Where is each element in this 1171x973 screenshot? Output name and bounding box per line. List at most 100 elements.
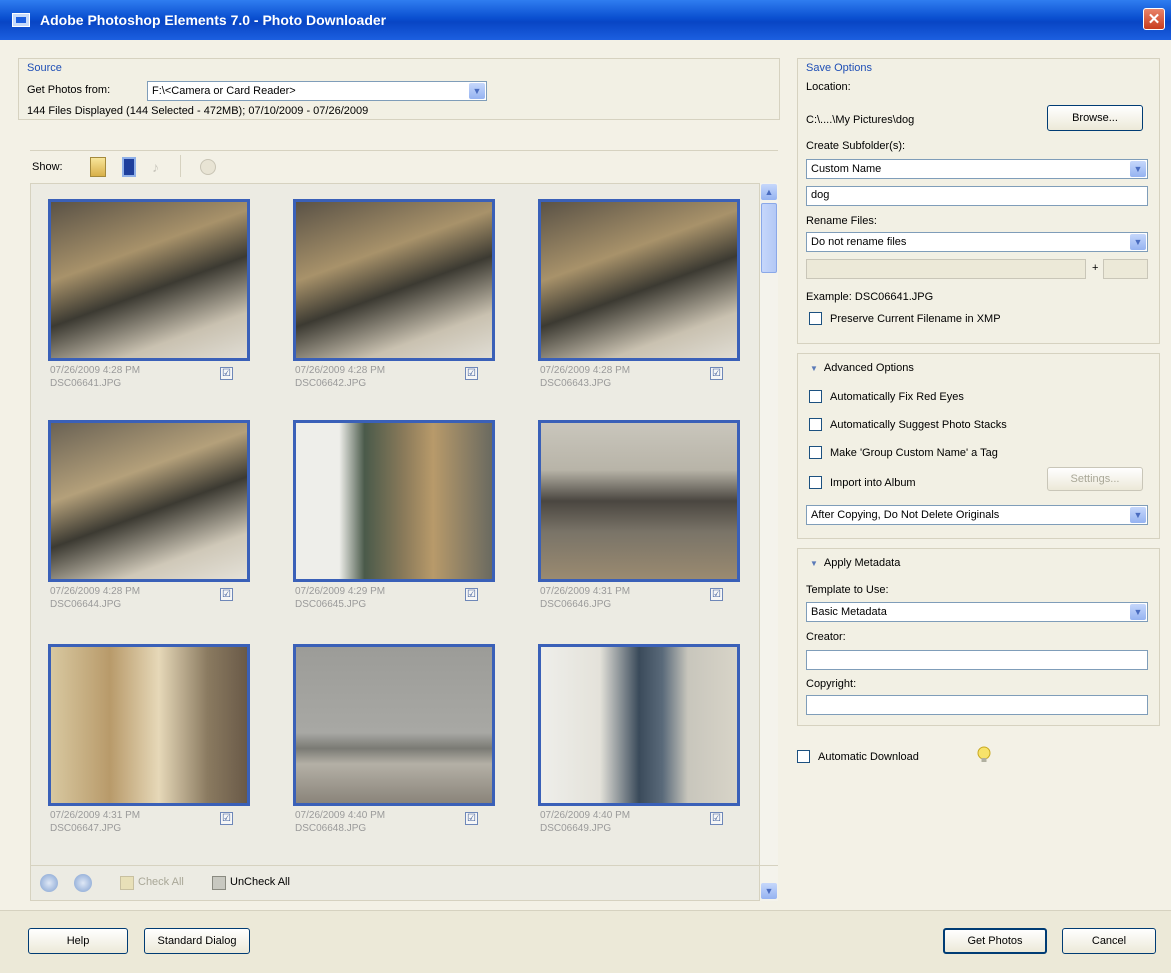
get-photos-combo[interactable]: F:\<Camera or Card Reader> ▼ xyxy=(147,81,487,101)
grid-bottom-toolbar: Check All UnCheck All xyxy=(30,865,778,897)
chevron-down-icon[interactable]: ▼ xyxy=(469,83,485,99)
rename-combo[interactable]: Do not rename files ▼ xyxy=(806,232,1148,252)
thumbnail-caption: 07/26/2009 4:28 PM DSC06643.JPG xyxy=(540,365,631,389)
thumbnail-checkbox[interactable]: ☑ xyxy=(710,812,723,825)
checkbox-box[interactable] xyxy=(809,390,822,403)
app-icon xyxy=(12,13,30,27)
check-all-button[interactable]: Check All xyxy=(138,876,184,888)
thumbnail-image[interactable] xyxy=(538,644,740,806)
checkbox-box[interactable] xyxy=(809,476,822,489)
creator-label: Creator: xyxy=(806,631,846,643)
thumbnail-caption: 07/26/2009 4:28 PM DSC06641.JPG xyxy=(50,365,141,389)
checkbox-box[interactable] xyxy=(809,418,822,431)
import-album-checkbox[interactable]: Import into Album xyxy=(809,476,916,489)
chevron-down-icon[interactable]: ▼ xyxy=(1130,234,1146,250)
settings-button[interactable]: Settings... xyxy=(1047,467,1143,491)
cancel-button[interactable]: Cancel xyxy=(1062,928,1156,954)
scroll-up-icon[interactable]: ▲ xyxy=(761,184,777,200)
close-icon: ✕ xyxy=(1147,11,1161,28)
automatic-download-checkbox[interactable]: Automatic Download xyxy=(797,750,919,763)
toolbar-divider xyxy=(180,155,181,177)
thumbnail-image[interactable] xyxy=(538,420,740,582)
thumbnail-caption: 07/26/2009 4:40 PM DSC06648.JPG xyxy=(295,810,386,834)
checkbox-box[interactable] xyxy=(809,312,822,325)
subfolder-combo[interactable]: Custom Name ▼ xyxy=(806,159,1148,179)
check-all-icon xyxy=(120,876,134,890)
plus-sign: + xyxy=(1092,262,1099,274)
checkbox-box[interactable] xyxy=(797,750,810,763)
grid-scrollbar[interactable]: ▲ ▼ xyxy=(760,183,778,901)
save-options-title: Save Options xyxy=(806,62,873,74)
dialog-footer: Help Standard Dialog Get Photos Cancel xyxy=(0,910,1171,973)
standard-dialog-button[interactable]: Standard Dialog xyxy=(144,928,250,954)
uncheck-all-button[interactable]: UnCheck All xyxy=(230,876,290,888)
example-text: Example: DSC06641.JPG xyxy=(806,291,934,303)
chevron-down-icon[interactable]: ▼ xyxy=(1130,604,1146,620)
scrollbar-thumb[interactable] xyxy=(761,203,777,273)
lightbulb-icon[interactable] xyxy=(977,746,991,764)
thumbnail-image[interactable] xyxy=(538,199,740,361)
thumbnail-caption: 07/26/2009 4:40 PM DSC06649.JPG xyxy=(540,810,631,834)
chevron-down-icon[interactable]: ▼ xyxy=(1130,507,1146,523)
thumbnail-image[interactable] xyxy=(48,644,250,806)
location-value: C:\....\My Pictures\dog xyxy=(806,114,915,126)
collapse-arrow-icon: ▼ xyxy=(810,363,818,373)
thumbnail-image[interactable] xyxy=(293,644,495,806)
after-copying-combo[interactable]: After Copying, Do Not Delete Originals ▼ xyxy=(806,505,1148,525)
copyright-label: Copyright: xyxy=(806,678,857,690)
copyright-input[interactable] xyxy=(806,695,1148,715)
get-photos-label: Get Photos from: xyxy=(27,84,111,96)
photo-filter-icon[interactable] xyxy=(90,157,106,177)
advanced-options-title[interactable]: ▼ Advanced Options xyxy=(810,362,914,374)
help-button[interactable]: Help xyxy=(28,928,128,954)
thumbnail-checkbox[interactable]: ☑ xyxy=(465,588,478,601)
rotate-right-icon[interactable] xyxy=(74,874,92,892)
thumbnail-checkbox[interactable]: ☑ xyxy=(710,588,723,601)
thumbnail-caption: 07/26/2009 4:31 PM DSC06647.JPG xyxy=(50,810,141,834)
thumbnail-caption: 07/26/2009 4:28 PM DSC06642.JPG xyxy=(295,365,386,389)
source-group-title: Source xyxy=(27,62,62,74)
custom-name-input[interactable]: dog xyxy=(806,186,1148,206)
dialog-body: Source Get Photos from: F:\<Camera or Ca… xyxy=(0,40,1171,910)
thumbnail-checkbox[interactable]: ☑ xyxy=(710,367,723,380)
source-panel: Source Get Photos from: F:\<Camera or Ca… xyxy=(18,58,780,120)
thumbnail-checkbox[interactable]: ☑ xyxy=(220,812,233,825)
make-tag-checkbox[interactable]: Make 'Group Custom Name' a Tag xyxy=(809,446,998,459)
thumbnail-checkbox[interactable]: ☑ xyxy=(465,812,478,825)
rename-base-input[interactable] xyxy=(806,259,1086,279)
thumbnail-caption: 07/26/2009 4:29 PM DSC06645.JPG xyxy=(295,586,386,610)
suggest-stacks-checkbox[interactable]: Automatically Suggest Photo Stacks xyxy=(809,418,1007,431)
preserve-filename-checkbox[interactable]: Preserve Current Filename in XMP xyxy=(809,312,1001,325)
apply-metadata-panel: ▼ Apply Metadata Template to Use: Basic … xyxy=(797,548,1160,726)
chevron-down-icon[interactable]: ▼ xyxy=(1130,161,1146,177)
show-toolbar: Show: ♪ xyxy=(30,150,778,180)
title-bar: Adobe Photoshop Elements 7.0 - Photo Dow… xyxy=(0,0,1171,40)
thumbnail-image[interactable] xyxy=(293,420,495,582)
checkbox-box[interactable] xyxy=(809,446,822,459)
template-label: Template to Use: xyxy=(806,584,889,596)
apply-metadata-title[interactable]: ▼ Apply Metadata xyxy=(810,557,900,569)
audio-filter-icon[interactable]: ♪ xyxy=(152,159,159,175)
rename-number-input[interactable] xyxy=(1103,259,1148,279)
window-title: Adobe Photoshop Elements 7.0 - Photo Dow… xyxy=(40,12,387,28)
thumbnail-checkbox[interactable]: ☑ xyxy=(465,367,478,380)
save-options-panel: Save Options Location: C:\....\My Pictur… xyxy=(797,58,1160,344)
thumbnail-image[interactable] xyxy=(48,420,250,582)
fix-red-eyes-checkbox[interactable]: Automatically Fix Red Eyes xyxy=(809,390,964,403)
location-label: Location: xyxy=(806,81,851,93)
thumbnail-image[interactable] xyxy=(48,199,250,361)
rename-label: Rename Files: xyxy=(806,215,877,227)
video-filter-icon[interactable] xyxy=(122,157,136,177)
creator-input[interactable] xyxy=(806,650,1148,670)
thumbnail-image[interactable] xyxy=(293,199,495,361)
uncheck-all-icon xyxy=(212,876,226,890)
browse-button[interactable]: Browse... xyxy=(1047,105,1143,131)
rotate-left-icon[interactable] xyxy=(40,874,58,892)
thumbnail-checkbox[interactable]: ☑ xyxy=(220,367,233,380)
subfolder-label: Create Subfolder(s): xyxy=(806,140,906,152)
template-combo[interactable]: Basic Metadata ▼ xyxy=(806,602,1148,622)
project-filter-icon[interactable] xyxy=(200,159,216,175)
close-button[interactable]: ✕ xyxy=(1143,8,1165,30)
get-photos-button[interactable]: Get Photos xyxy=(943,928,1047,954)
thumbnail-checkbox[interactable]: ☑ xyxy=(220,588,233,601)
